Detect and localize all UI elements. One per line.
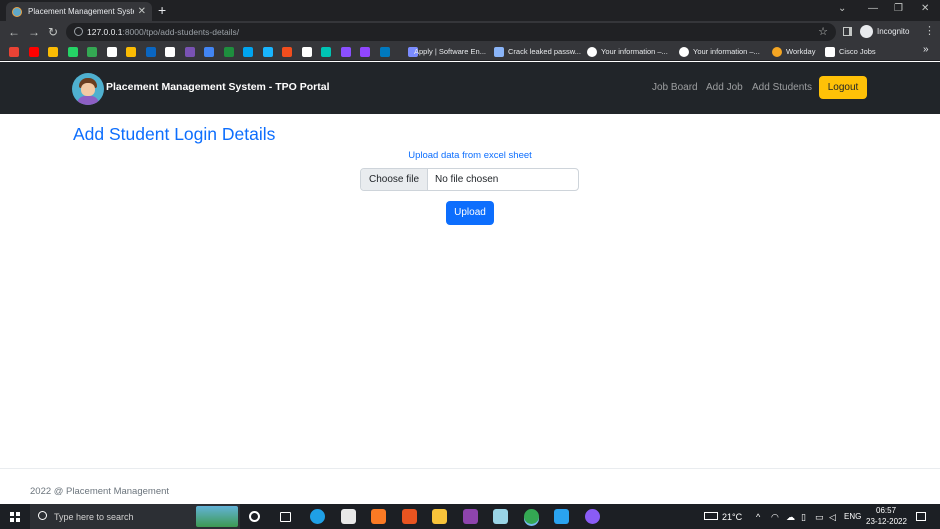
bookmark-favicon-icon[interactable]	[243, 47, 253, 57]
upload-button[interactable]: Upload	[446, 201, 494, 225]
brand-avatar-icon[interactable]	[72, 73, 104, 105]
bookmark-item[interactable]: Crack leaked passw...	[508, 47, 581, 57]
bookmark-favicon-icon[interactable]	[87, 47, 97, 57]
footer-text: 2022 @ Placement Management	[30, 486, 170, 497]
tab-title: Placement Management System	[28, 7, 134, 16]
bookmarks-bar: Apply | Software En... Crack leaked pass…	[0, 43, 940, 61]
bookmark-favicon-icon[interactable]	[262, 47, 273, 57]
brand-title[interactable]: Placement Management System - TPO Portal	[106, 80, 329, 94]
bookmark-favicon-icon[interactable]	[204, 47, 214, 57]
bookmark-favicon-icon[interactable]	[145, 47, 156, 57]
bookmark-item[interactable]: Cisco Jobs	[839, 47, 876, 57]
google-icon[interactable]	[679, 47, 689, 57]
bookmark-favicon-icon[interactable]	[340, 47, 351, 57]
battery-icon[interactable]: ▭	[815, 512, 824, 522]
side-panel-icon[interactable]	[843, 27, 852, 36]
bookmark-star-icon[interactable]: ☆	[818, 25, 828, 39]
bookmark-favicon-icon[interactable]	[379, 47, 390, 57]
cisco-icon[interactable]	[825, 47, 835, 57]
upload-label: Upload data from excel sheet	[408, 150, 532, 161]
bookmark-item[interactable]: Apply | Software En...	[414, 47, 486, 57]
site-favicon-icon	[12, 6, 22, 17]
close-tab-icon[interactable]: ✕	[138, 6, 146, 17]
windows-start-icon[interactable]	[10, 512, 20, 522]
site-info-icon[interactable]	[74, 27, 83, 36]
search-highlight-image[interactable]	[196, 506, 238, 527]
bookmark-favicon-icon[interactable]	[126, 47, 136, 57]
device-icon[interactable]: ▯	[801, 512, 806, 522]
bookmark-favicon-icon[interactable]	[48, 47, 58, 57]
bookmark-favicon-icon[interactable]	[165, 47, 175, 57]
cloud-app-icon[interactable]	[340, 509, 356, 524]
address-bar[interactable]: 127.0.0.1:8000/tpo/add-students-details/…	[66, 23, 836, 41]
incognito-icon[interactable]	[860, 25, 873, 38]
new-tab-icon[interactable]: +	[158, 2, 166, 18]
url-text: 127.0.0.1:8000/tpo/add-students-details/	[87, 27, 240, 37]
weather-icon[interactable]	[704, 512, 718, 520]
task-view-icon[interactable]	[279, 512, 291, 522]
nav-link-add-job[interactable]: Add Job	[706, 81, 743, 95]
xampp-icon[interactable]	[371, 509, 386, 524]
bookmark-favicon-icon[interactable]	[301, 47, 312, 57]
clock-time[interactable]: 06:57	[876, 506, 896, 516]
volume-icon[interactable]: ◁	[829, 512, 836, 522]
minimize-icon[interactable]: —	[868, 3, 878, 15]
language-indicator[interactable]: ENG	[844, 512, 861, 522]
logout-button[interactable]: Logout	[819, 76, 867, 99]
bookmark-favicon-icon[interactable]	[184, 47, 195, 57]
profile-label: Incognito	[877, 27, 910, 36]
back-icon[interactable]: ←	[8, 24, 20, 40]
forward-icon[interactable]: →	[28, 24, 40, 40]
bookmark-item[interactable]: Your information –...	[693, 47, 760, 57]
more-bookmarks-icon[interactable]: »	[923, 45, 929, 55]
bookmark-favicon-icon[interactable]	[360, 47, 370, 57]
close-window-icon[interactable]: ✕	[921, 3, 929, 15]
bookmark-item[interactable]: Your information –...	[601, 47, 668, 57]
menu-icon[interactable]: ⋮	[924, 24, 935, 38]
browser-tab-strip: Placement Management System ✕ + ⌄ — ❐ ✕	[0, 0, 940, 21]
ubuntu-icon[interactable]	[401, 509, 417, 524]
cortana-icon[interactable]	[249, 511, 260, 522]
reload-icon[interactable]: ↻	[48, 24, 58, 40]
bookmark-favicon-icon[interactable]	[282, 47, 292, 57]
google-icon[interactable]	[587, 47, 597, 57]
file-input[interactable]: Choose file No file chosen	[360, 168, 579, 191]
nav-link-job-board[interactable]: Job Board	[652, 81, 698, 95]
git-icon[interactable]	[462, 509, 478, 524]
edge-icon[interactable]	[310, 509, 325, 524]
restore-icon[interactable]: ❐	[894, 3, 903, 15]
search-icon	[38, 511, 47, 520]
bookmark-item[interactable]: Workday	[786, 47, 815, 57]
tab-search-icon[interactable]: ⌄	[838, 3, 846, 15]
page-title: Add Student Login Details	[73, 124, 276, 144]
browser-tab[interactable]: Placement Management System ✕	[6, 2, 152, 21]
workday-icon[interactable]	[772, 47, 782, 57]
diamond-icon[interactable]	[494, 47, 504, 57]
bookmark-favicon-icon[interactable]	[28, 47, 39, 57]
file-explorer-icon[interactable]	[432, 509, 447, 524]
vscode-icon[interactable]	[554, 509, 569, 524]
browser-toolbar: ← → ↻ 127.0.0.1:8000/tpo/add-students-de…	[0, 21, 940, 43]
clock-date[interactable]: 23-12-2022	[866, 517, 907, 527]
file-status-text: No file chosen	[435, 174, 499, 185]
notepad-icon[interactable]	[493, 509, 508, 524]
bookmark-favicon-icon[interactable]	[106, 47, 117, 57]
bookmark-favicon-icon[interactable]	[9, 47, 19, 57]
cloud-sync-icon[interactable]: ☁	[786, 512, 795, 522]
chrome-icon[interactable]	[523, 509, 539, 524]
bookmark-favicon-icon[interactable]	[321, 47, 331, 57]
bookmark-favicon-icon[interactable]	[67, 47, 78, 57]
github-desktop-icon[interactable]	[584, 509, 600, 524]
network-icon[interactable]: ◠	[771, 512, 779, 522]
taskbar-search-placeholder: Type here to search	[54, 512, 134, 522]
weather-temperature[interactable]: 21°C	[722, 512, 742, 522]
show-hidden-icons-icon[interactable]: ^	[756, 512, 760, 522]
bookmark-favicon-icon[interactable]	[223, 47, 234, 57]
choose-file-button[interactable]: Choose file	[361, 169, 428, 190]
notifications-icon[interactable]	[916, 512, 926, 521]
nav-link-add-students[interactable]: Add Students	[752, 81, 812, 95]
